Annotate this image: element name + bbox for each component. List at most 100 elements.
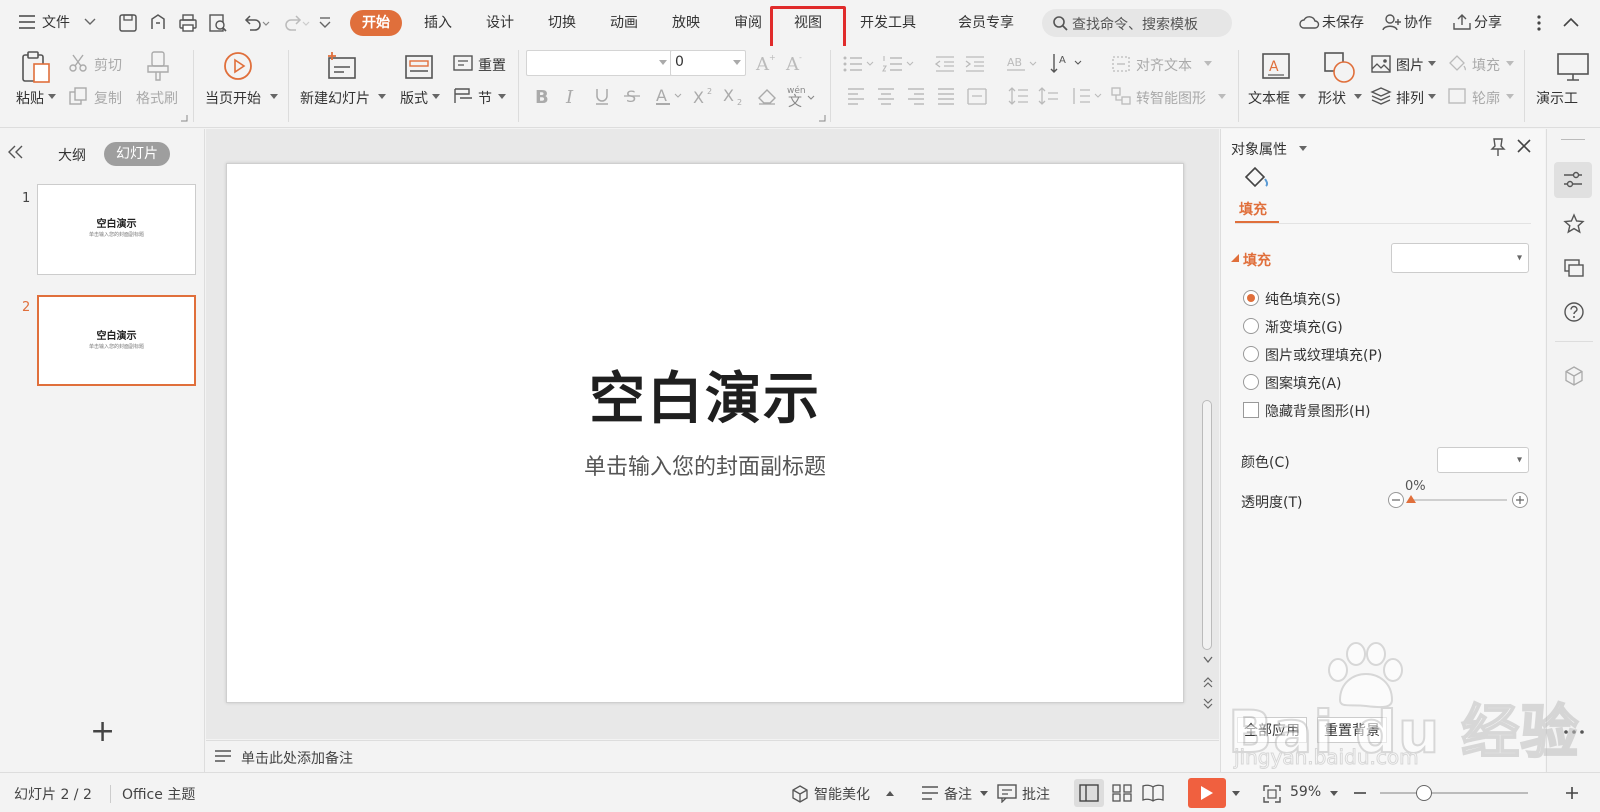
chevron-down-icon[interactable]	[1204, 61, 1212, 67]
slide-sorter-icon[interactable]	[1112, 784, 1132, 802]
pattern-fill-radio[interactable]	[1243, 374, 1259, 390]
picture-fill-label[interactable]: 图片或纹理填充(P)	[1265, 345, 1382, 365]
picture-button[interactable]: 图片	[1396, 55, 1424, 75]
gradient-fill-label[interactable]: 渐变填充(G)	[1265, 317, 1343, 337]
scroll-down-arrow-icon[interactable]	[1203, 656, 1213, 664]
slide-subtitle[interactable]: 单击输入您的封面副标题	[227, 449, 1183, 481]
layout-icon[interactable]	[404, 52, 434, 82]
align-left-icon[interactable]	[846, 86, 866, 106]
zoom-in-icon[interactable]	[1564, 785, 1580, 801]
print-icon[interactable]	[178, 13, 198, 33]
distributed-align-icon[interactable]	[966, 86, 988, 106]
new-slide-button[interactable]: 新建幻灯片	[300, 88, 370, 108]
next-slide-icon[interactable]	[1203, 698, 1213, 710]
presentation-tool-button[interactable]: 演示工	[1536, 88, 1578, 108]
line-spacing-icon[interactable]	[1008, 86, 1030, 106]
fill-bucket-icon[interactable]	[1243, 165, 1271, 191]
comments-button[interactable]: 批注	[1022, 784, 1050, 804]
slide-thumbnail-1[interactable]: 空白演示 单击输入您的封面副标题	[37, 184, 196, 275]
format-painter-button[interactable]: 格式刷	[136, 88, 178, 108]
new-slide-icon[interactable]	[326, 50, 358, 82]
zoom-slider[interactable]	[1380, 792, 1528, 794]
chevron-down-icon[interactable]	[378, 94, 386, 100]
decrease-font-icon[interactable]: A-	[784, 52, 806, 74]
gradient-fill-radio[interactable]	[1243, 318, 1259, 334]
align-right-icon[interactable]	[906, 86, 926, 106]
plus-icon[interactable]	[1511, 491, 1529, 509]
normal-view-button[interactable]	[1074, 779, 1104, 807]
collapse-ribbon-icon[interactable]	[1562, 16, 1580, 28]
bullet-list-icon[interactable]	[842, 54, 876, 74]
play-circle-icon[interactable]	[222, 50, 254, 82]
chevron-down-icon[interactable]	[270, 94, 278, 100]
dialog-launcher-icon[interactable]	[180, 114, 188, 122]
chevron-down-icon[interactable]	[1428, 94, 1436, 100]
collapse-pane-icon[interactable]	[8, 145, 24, 159]
superscript-icon[interactable]: X2	[692, 86, 716, 106]
vertical-scrollbar[interactable]	[1202, 400, 1212, 650]
add-slide-button[interactable]: +	[90, 717, 115, 747]
smart-beautify-button[interactable]: 智能美化	[814, 784, 870, 804]
bold-icon[interactable]: B	[532, 86, 552, 106]
tab-member[interactable]: 会员专享	[946, 10, 1026, 36]
tab-transition[interactable]: 切换	[536, 10, 588, 36]
section-button[interactable]: 节	[478, 88, 492, 108]
font-name-select[interactable]	[526, 50, 672, 76]
notes-placeholder[interactable]: 单击此处添加备注	[241, 748, 353, 768]
chevron-down-icon[interactable]	[84, 18, 96, 26]
collapse-triangle-icon[interactable]	[1231, 254, 1239, 262]
hide-background-label[interactable]: 隐藏背景图形(H)	[1265, 401, 1370, 421]
animation-star-icon[interactable]	[1563, 213, 1585, 235]
paste-button[interactable]: 粘贴	[16, 88, 44, 108]
dialog-launcher-icon[interactable]	[818, 114, 826, 122]
chevron-up-icon[interactable]	[886, 791, 894, 797]
arrange-button[interactable]: 排列	[1396, 88, 1424, 108]
print-preview-icon[interactable]	[208, 13, 228, 33]
more-options-icon[interactable]	[1536, 13, 1542, 33]
solid-fill-radio[interactable]	[1243, 290, 1259, 306]
solid-fill-label[interactable]: 纯色填充(S)	[1265, 289, 1341, 309]
fit-window-icon[interactable]	[1262, 784, 1282, 804]
pattern-fill-label[interactable]: 图案填充(A)	[1265, 373, 1342, 393]
chevron-down-icon[interactable]	[1299, 146, 1307, 152]
panel-title[interactable]: 对象属性	[1231, 139, 1287, 159]
tab-home[interactable]: 开始	[350, 10, 402, 36]
strikethrough-icon[interactable]: S	[622, 86, 642, 106]
notes-toggle-button[interactable]: 备注	[944, 784, 972, 804]
help-icon[interactable]	[1563, 301, 1585, 323]
subscript-icon[interactable]: X2	[722, 86, 746, 106]
decrease-indent-icon[interactable]	[934, 54, 956, 74]
tab-review[interactable]: 审阅	[722, 10, 774, 36]
hide-background-checkbox[interactable]	[1243, 402, 1259, 418]
spacing-options-icon[interactable]	[1070, 86, 1104, 106]
reading-view-icon[interactable]	[1142, 784, 1164, 802]
zoom-slider-thumb[interactable]	[1416, 785, 1432, 801]
paste-icon[interactable]	[20, 50, 52, 84]
chevron-down-icon[interactable]	[1232, 791, 1240, 797]
save-icon[interactable]	[118, 13, 138, 33]
slider-thumb[interactable]	[1406, 495, 1416, 503]
format-convert-icon[interactable]	[148, 13, 168, 33]
slide-canvas[interactable]: 空白演示 单击输入您的封面副标题	[226, 163, 1184, 703]
panel-fill-tab[interactable]: 填充	[1239, 199, 1267, 219]
collaborate-button[interactable]: 协作	[1404, 12, 1432, 32]
chevron-down-icon[interactable]	[432, 94, 440, 100]
box-3d-icon[interactable]	[1563, 365, 1585, 387]
picture-fill-radio[interactable]	[1243, 346, 1259, 362]
play-slideshow-button[interactable]	[1188, 778, 1226, 808]
outline-button[interactable]: 轮廓	[1472, 88, 1500, 108]
transition-icon[interactable]	[1563, 257, 1585, 279]
chevron-down-icon[interactable]	[1354, 94, 1362, 100]
previous-slide-icon[interactable]	[1203, 676, 1213, 688]
numbered-list-icon[interactable]	[882, 54, 916, 74]
tab-outline[interactable]: 大纲	[58, 145, 86, 165]
tab-slides[interactable]: 幻灯片	[104, 142, 170, 166]
transparency-slider[interactable]	[1409, 499, 1507, 501]
chevron-down-icon[interactable]	[1506, 61, 1514, 67]
shape-icon[interactable]	[1322, 50, 1356, 84]
copy-button[interactable]: 复制	[94, 88, 122, 108]
color-dropdown[interactable]	[1437, 447, 1529, 473]
presentation-tool-icon[interactable]	[1556, 52, 1590, 82]
notes-bar[interactable]: 单击此处添加备注	[206, 740, 1219, 772]
cut-button[interactable]: 剪切	[94, 55, 122, 75]
